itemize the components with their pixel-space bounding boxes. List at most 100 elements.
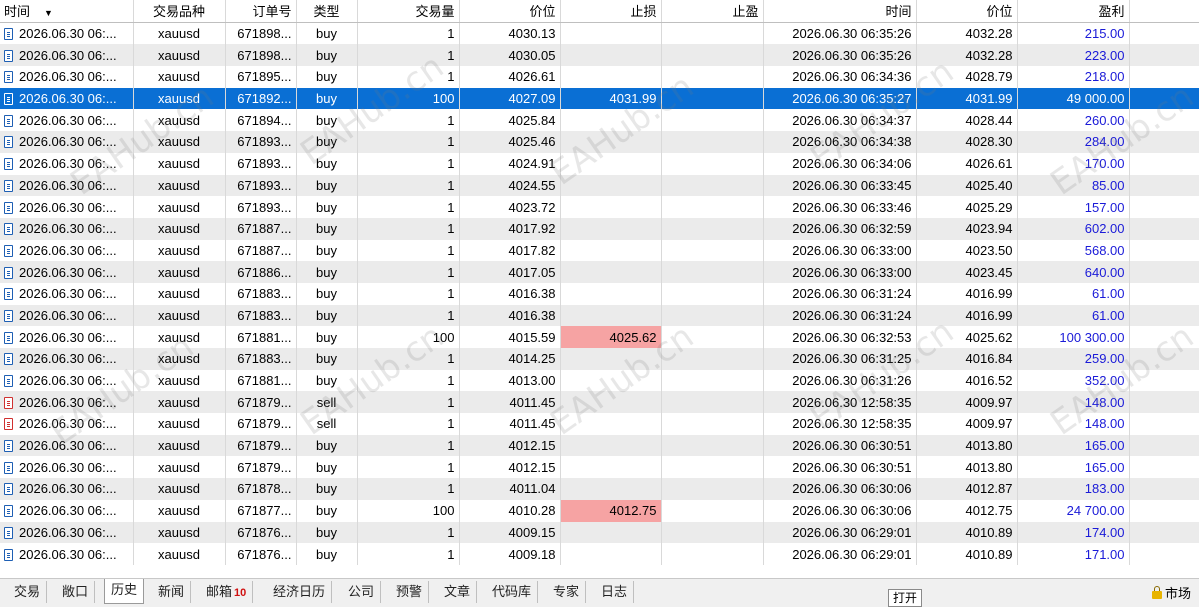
cell-filler (1129, 391, 1199, 414)
table-row[interactable]: 2026.06.30 06:... xauusd 671879... sell 1 401… (0, 413, 1199, 435)
cell-close-time: 2026.06.30 06:34:06 (763, 152, 917, 175)
col-header-close-price[interactable]: 价位 (916, 0, 1018, 23)
tab-mailbox[interactable]: 邮箱 10 (200, 581, 254, 603)
table-row[interactable]: 2026.06.30 06:... xauusd 671883... buy 1 4014… (0, 348, 1199, 370)
cell-symbol: xauusd (133, 456, 226, 479)
cell-close-time: 2026.06.30 06:32:59 (763, 217, 917, 240)
tab-alerts[interactable]: 预警 (390, 581, 430, 603)
cell-filler (1129, 22, 1199, 45)
col-header-filler (1129, 0, 1199, 23)
tab-experts[interactable]: 专家 (547, 581, 587, 603)
tab-code-base[interactable]: 代码库 (486, 581, 539, 603)
table-row[interactable]: 2026.06.30 06:... xauusd 671893... buy 1 4024… (0, 152, 1199, 175)
tab-economic-calendar[interactable]: 经济日历 (267, 581, 333, 603)
cell-profit: 100 300.00 (1017, 326, 1130, 348)
cell-volume: 1 (357, 478, 460, 500)
cell-price: 4012.15 (459, 434, 561, 457)
table-row[interactable]: 2026.06.30 06:... xauusd 671886... buy 1 4017… (0, 261, 1199, 283)
table-row[interactable]: 2026.06.30 06:... xauusd 671877... buy 100 40… (0, 499, 1199, 522)
market-button[interactable]: 市场 (1151, 583, 1191, 602)
cell-open-time: 2026.06.30 06:... (0, 174, 134, 197)
cell-type: buy (296, 131, 358, 153)
buy-deal-icon (4, 309, 13, 322)
cell-tp (661, 22, 764, 45)
open-time-text: 2026.06.30 06:... (19, 481, 117, 497)
cell-sl: 4012.75 (560, 499, 662, 522)
table-row[interactable]: 2026.06.30 06:... xauusd 671893... buy 1 4023… (0, 196, 1199, 218)
table-row[interactable]: 2026.06.30 06:... xauusd 671895... buy 1 4026… (0, 66, 1199, 88)
col-header-profit[interactable]: 盈利 (1017, 0, 1130, 23)
trade-history-grid[interactable]: 时间 ▼ 交易品种 订单号 类型 交易量 价位 止损 止盈 时间 价位 盈利 20… (0, 0, 1199, 578)
table-row[interactable]: 2026.06.30 06:... xauusd 671893... buy 1 4024… (0, 174, 1199, 197)
table-row[interactable]: 2026.06.30 06:... xauusd 671883... buy 1 4016… (0, 304, 1199, 327)
cell-close-time: 2026.06.30 06:33:46 (763, 196, 917, 218)
table-row[interactable]: 2026.06.30 06:... xauusd 671883... buy 1 4016… (0, 282, 1199, 305)
tab-trade[interactable]: 交易 (8, 581, 48, 603)
cell-tp (661, 456, 764, 479)
table-row[interactable]: 2026.06.30 06:... xauusd 671894... buy 1 4025… (0, 109, 1199, 132)
cell-symbol: xauusd (133, 326, 226, 348)
col-header-tp[interactable]: 止盈 (661, 0, 764, 23)
table-row[interactable]: 2026.06.30 06:... xauusd 671879... buy 1 4012… (0, 434, 1199, 457)
col-header-symbol[interactable]: 交易品种 (133, 0, 226, 23)
cell-open-time: 2026.06.30 06:... (0, 131, 134, 153)
col-header-price[interactable]: 价位 (459, 0, 561, 23)
cell-price: 4023.72 (459, 196, 561, 218)
cell-symbol: xauusd (133, 217, 226, 240)
cell-open-time: 2026.06.30 06:... (0, 44, 134, 67)
table-row[interactable]: 2026.06.30 06:... xauusd 671881... buy 100 40… (0, 326, 1199, 348)
table-row[interactable]: 2026.06.30 06:... xauusd 671898... buy 1 4030… (0, 22, 1199, 45)
col-header-order[interactable]: 订单号 (225, 0, 297, 23)
table-row[interactable]: 2026.06.30 06:... xauusd 671892... buy 100 40… (0, 87, 1199, 110)
cell-close-price: 4009.97 (916, 391, 1018, 414)
table-row[interactable]: 2026.06.30 06:... xauusd 671887... buy 1 4017… (0, 217, 1199, 240)
cell-close-time: 2026.06.30 06:30:51 (763, 456, 917, 479)
table-row[interactable]: 2026.06.30 06:... xauusd 671876... buy 1 4009… (0, 543, 1199, 565)
tab-company[interactable]: 公司 (342, 581, 382, 603)
cell-order: 671879... (225, 456, 297, 479)
sell-deal-icon (4, 396, 13, 409)
col-header-sl[interactable]: 止损 (560, 0, 662, 23)
cell-symbol: xauusd (133, 44, 226, 67)
table-row[interactable]: 2026.06.30 06:... xauusd 671878... buy 1 4011… (0, 478, 1199, 500)
buy-deal-icon (4, 93, 13, 106)
cell-close-time: 2026.06.30 06:34:37 (763, 109, 917, 132)
table-row[interactable]: 2026.06.30 06:... xauusd 671893... buy 1 4025… (0, 131, 1199, 153)
tab-journal[interactable]: 日志 (595, 581, 635, 603)
buy-deal-icon (4, 353, 13, 366)
table-row[interactable]: 2026.06.30 06:... xauusd 671879... sell 1 401… (0, 391, 1199, 414)
tab-exposure[interactable]: 敞口 (56, 581, 96, 603)
open-time-text: 2026.06.30 06:... (19, 438, 117, 454)
tab-articles[interactable]: 文章 (438, 581, 478, 603)
col-header-close-time[interactable]: 时间 (763, 0, 917, 23)
cell-profit: 223.00 (1017, 44, 1130, 67)
table-row[interactable]: 2026.06.30 06:... xauusd 671887... buy 1 4017… (0, 239, 1199, 262)
tab-news[interactable]: 新闻 (152, 581, 192, 603)
col-header-volume[interactable]: 交易量 (357, 0, 460, 23)
cell-tp (661, 413, 764, 435)
cell-sl (560, 22, 662, 45)
col-header-type[interactable]: 类型 (296, 0, 358, 23)
cell-open-time: 2026.06.30 06:... (0, 348, 134, 370)
cell-close-price: 4023.50 (916, 239, 1018, 262)
tooltip: 打开 (888, 589, 923, 607)
col-header-open-time[interactable]: 时间 ▼ (0, 0, 134, 23)
cell-symbol: xauusd (133, 196, 226, 218)
cell-close-price: 4016.99 (916, 304, 1018, 327)
cell-type: buy (296, 22, 358, 45)
table-row[interactable]: 2026.06.30 06:... xauusd 671879... buy 1 4012… (0, 456, 1199, 479)
cell-order: 671879... (225, 434, 297, 457)
cell-open-time: 2026.06.30 06:... (0, 413, 134, 435)
open-time-text: 2026.06.30 06:... (19, 177, 117, 193)
table-row[interactable]: 2026.06.30 06:... xauusd 671898... buy 1 4030… (0, 44, 1199, 67)
table-row[interactable]: 2026.06.30 06:... xauusd 671876... buy 1 4009… (0, 521, 1199, 544)
cell-symbol: xauusd (133, 304, 226, 327)
table-row[interactable]: 2026.06.30 06:... xauusd 671881... buy 1 4013… (0, 369, 1199, 392)
cell-close-price: 4025.40 (916, 174, 1018, 197)
cell-close-price: 4010.89 (916, 543, 1018, 565)
cell-open-time: 2026.06.30 06:... (0, 217, 134, 240)
cell-volume: 1 (357, 348, 460, 370)
tab-history[interactable]: 历史 (104, 579, 145, 604)
open-time-text: 2026.06.30 06:... (19, 47, 117, 63)
cell-volume: 1 (357, 131, 460, 153)
